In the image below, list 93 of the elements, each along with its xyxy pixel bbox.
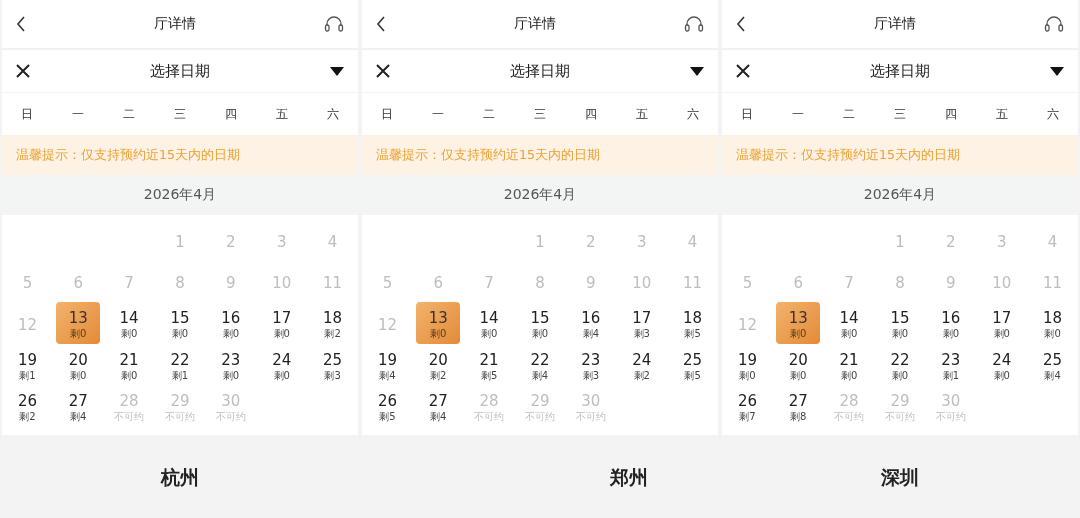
calendar-day[interactable]: 13 剩0 [776,302,821,344]
calendar-day[interactable]: 25 剩3 [310,343,355,386]
weekday-label: 日 [741,105,754,123]
weekday-label: 六 [1046,105,1059,123]
calendar-day[interactable]: 26 剩5 [365,385,410,427]
weekday-label: 五 [275,105,288,123]
weekday-label: 四 [584,105,597,123]
calendar-day[interactable]: 18 剩5 [670,302,715,344]
picker-title: 选择日期 [510,61,570,81]
back-icon[interactable] [16,16,26,32]
weekday-label: 四 [224,105,237,123]
weekday-label: 五 [995,105,1008,123]
close-icon[interactable] [16,64,30,78]
calendar-day[interactable]: 22 剩4 [518,343,562,386]
calendar-day[interactable]: 18 剩0 [1030,302,1075,344]
calendar-day[interactable]: 27 剩4 [416,385,461,427]
calendar-day[interactable]: 25 剩4 [1030,343,1075,386]
headset-icon[interactable] [1044,15,1064,33]
month-label: 2026年4月 [143,186,217,204]
weekday-label: 三 [174,105,186,123]
calendar-day[interactable]: 17 剩0 [979,302,1024,344]
weekday-label: 五 [635,105,648,123]
calendar-day[interactable]: 23 剩0 [208,343,253,386]
weekday-label: 二 [483,105,496,123]
calendar-day[interactable]: 25 剩5 [670,343,715,386]
back-icon[interactable] [736,16,746,32]
calendar-day[interactable]: 18 剩2 [310,302,355,344]
calendar-day[interactable]: 15 剩0 [158,302,202,344]
page-title: 厅详情 [874,15,916,33]
notice-text: 温馨提示：仅支持预约近15天内的日期 [16,146,240,164]
calendar-day[interactable]: 23 剩3 [568,343,613,386]
dropdown-icon[interactable] [330,66,344,76]
calendar-day[interactable]: 14 剩0 [827,302,872,344]
close-icon[interactable] [736,64,750,78]
calendar-day[interactable]: 19 剩4 [365,343,410,386]
calendar-day[interactable]: 16 剩0 [208,302,253,344]
weekday-label: 一 [432,105,445,123]
calendar-day[interactable]: 24 剩0 [259,343,304,386]
weekday-label: 一 [72,105,85,123]
calendar-day[interactable]: 22 剩1 [158,343,202,386]
weekday-label: 四 [944,105,957,123]
calendar-day[interactable]: 17 剩3 [619,302,664,344]
calendar-day[interactable]: 19 剩0 [725,343,770,386]
calendar-day[interactable]: 20 剩2 [416,343,461,386]
dropdown-icon[interactable] [690,66,704,76]
calendar-day[interactable]: 21 剩0 [827,343,872,386]
picker-title: 选择日期 [150,61,210,81]
back-icon[interactable] [376,16,386,32]
calendar-day[interactable]: 20 剩0 [56,343,101,386]
calendar-day[interactable]: 19 剩1 [5,343,50,386]
weekday-label: 二 [843,105,856,123]
calendar-day[interactable]: 14 剩0 [467,302,512,344]
calendar-day[interactable]: 24 剩0 [979,343,1024,386]
calendar-day[interactable]: 17 剩0 [259,302,304,344]
calendar-day[interactable]: 26 剩7 [725,385,770,427]
weekday-label: 六 [326,105,339,123]
headset-icon[interactable] [324,15,344,33]
notice-text: 温馨提示：仅支持预约近15天内的日期 [736,146,960,164]
calendar-day[interactable]: 16 剩0 [928,302,973,344]
weekday-label: 二 [123,105,136,123]
calendar-day[interactable]: 15 剩0 [518,302,562,344]
calendar-day[interactable]: 14 剩0 [107,302,152,344]
city-caption: 杭州 [161,464,199,490]
month-label: 2026年4月 [863,186,937,204]
weekday-label: 三 [894,105,906,123]
calendar-day[interactable]: 15 剩0 [878,302,922,344]
calendar-day[interactable]: 23 剩1 [928,343,973,386]
calendar-day[interactable]: 27 剩4 [56,385,101,427]
close-icon[interactable] [376,64,390,78]
calendar-day[interactable]: 22 剩0 [878,343,922,386]
weekday-label: 三 [534,105,546,123]
weekday-label: 日 [21,105,34,123]
city-caption: 郑州 [610,464,648,490]
calendar-day[interactable]: 16 剩4 [568,302,613,344]
weekday-label: 六 [686,105,699,123]
weekday-label: 一 [792,105,805,123]
calendar-day[interactable]: 20 剩0 [776,343,821,386]
dropdown-icon[interactable] [1050,66,1064,76]
calendar-day[interactable]: 21 剩5 [467,343,512,386]
headset-icon[interactable] [684,15,704,33]
page-title: 厅详情 [514,15,556,33]
calendar-day[interactable]: 24 剩2 [619,343,664,386]
calendar-day[interactable]: 21 剩0 [107,343,152,386]
city-caption: 深圳 [881,464,919,490]
calendar-day[interactable]: 27 剩8 [776,385,821,427]
calendar-day[interactable]: 13 剩0 [416,302,461,344]
notice-text: 温馨提示：仅支持预约近15天内的日期 [376,146,600,164]
weekday-label: 日 [381,105,394,123]
picker-title: 选择日期 [870,61,930,81]
calendar-day[interactable]: 13 剩0 [56,302,101,344]
page-title: 厅详情 [154,15,196,33]
calendar-day[interactable]: 26 剩2 [5,385,50,427]
month-label: 2026年4月 [503,186,577,204]
